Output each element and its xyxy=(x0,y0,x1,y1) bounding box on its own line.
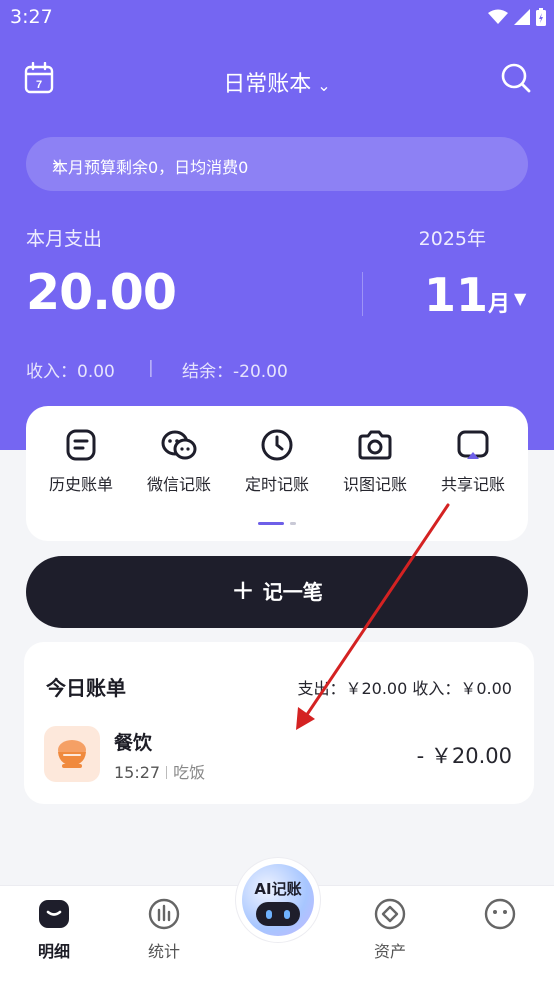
bill-list-icon xyxy=(66,429,96,461)
ai-avatar: AI记账 xyxy=(242,864,314,936)
add-record-label: 记一笔 xyxy=(262,580,323,604)
tool-label: 历史账单 xyxy=(48,475,113,494)
tab-label: 统计 xyxy=(147,942,180,961)
ai-record-button[interactable]: AI记账 xyxy=(236,858,320,942)
tool-label: 共享记账 xyxy=(440,475,505,494)
rice-bowl-icon xyxy=(44,726,100,782)
divider xyxy=(362,272,363,316)
entry-meta: 15:27 吃饭 xyxy=(114,759,205,783)
tool-shared-record[interactable]: 共享记账 xyxy=(424,428,522,495)
robot-face-icon xyxy=(256,902,300,926)
detail-icon xyxy=(39,900,69,928)
month-unit: 月 xyxy=(488,292,511,317)
diamond-icon xyxy=(374,898,406,930)
camera-icon xyxy=(358,430,392,460)
chevron-down-icon: ⌄ xyxy=(317,75,331,95)
today-summary: 支出：￥20.00 收入：￥0.00 xyxy=(297,679,512,698)
wifi-icon xyxy=(488,9,508,24)
status-bar: 3:27 xyxy=(0,0,554,38)
chevron-right-icon: › xyxy=(52,151,60,175)
expense-label: 本月支出 xyxy=(26,228,103,250)
expense-amount: 20.00 xyxy=(26,264,177,321)
chart-icon xyxy=(148,898,180,930)
tool-label: 微信记账 xyxy=(146,475,211,494)
wechat-icon xyxy=(161,430,197,460)
battery-icon xyxy=(536,8,546,26)
tool-wechat-record[interactable]: 微信记账 xyxy=(130,428,228,495)
entry-time: 15:27 xyxy=(114,763,161,782)
tab-label: 明细 xyxy=(37,942,70,961)
ai-label: AI记账 xyxy=(254,880,302,898)
page-indicator xyxy=(258,521,298,527)
tool-image-record[interactable]: 识图记账 xyxy=(326,428,424,495)
top-bar: 7 日常账本 ⌄ xyxy=(0,58,554,102)
search-icon[interactable] xyxy=(500,62,532,94)
face-icon xyxy=(484,898,516,930)
entry-amount: - ￥20.00 xyxy=(416,744,512,768)
balance-summary: 结余：-20.00 xyxy=(182,362,288,382)
status-icons xyxy=(488,8,546,26)
entry-note: 吃饭 xyxy=(173,763,206,782)
today-title: 今日账单 xyxy=(46,676,126,700)
income-summary: 收入：0.00 xyxy=(26,362,115,382)
year-label: 2025年 xyxy=(418,228,486,250)
tab-label: 资产 xyxy=(373,942,406,961)
tab-assets[interactable]: 资产 xyxy=(350,898,430,962)
signal-icon xyxy=(514,9,530,25)
add-record-button[interactable]: + 记一笔 xyxy=(26,556,528,628)
separator: | xyxy=(148,358,154,378)
clock-icon xyxy=(261,429,293,461)
ledger-selector[interactable]: 日常账本 ⌄ xyxy=(0,66,554,98)
tool-label: 定时记账 xyxy=(244,475,309,494)
tool-label: 识图记账 xyxy=(342,475,407,494)
tab-statistics[interactable]: 统计 xyxy=(124,898,204,962)
tool-scheduled-record[interactable]: 定时记账 xyxy=(228,428,326,495)
month-number: 11 xyxy=(424,268,489,322)
plus-icon: + xyxy=(231,572,255,606)
caret-down-icon: ▼ xyxy=(514,289,527,308)
ledger-title: 日常账本 xyxy=(223,72,312,97)
share-screen-icon xyxy=(457,430,489,459)
quick-tools-card: 历史账单 微信记账 定时记账 识图记账 共享记账 xyxy=(26,406,528,541)
tool-history-bills[interactable]: 历史账单 xyxy=(32,428,130,495)
status-time: 3:27 xyxy=(10,6,53,28)
entry-category: 餐饮 xyxy=(114,732,153,754)
month-selector[interactable]: 11月 ▼ xyxy=(424,268,526,322)
tab-detail[interactable]: 明细 xyxy=(14,898,94,962)
today-bills-card: 今日账单 支出：￥20.00 收入：￥0.00 餐饮 15:27 吃饭 - ￥20… xyxy=(24,642,534,804)
budget-banner[interactable]: 本月预算剩余0，日均消费0 › xyxy=(26,137,528,191)
tab-mine[interactable] xyxy=(460,898,540,938)
